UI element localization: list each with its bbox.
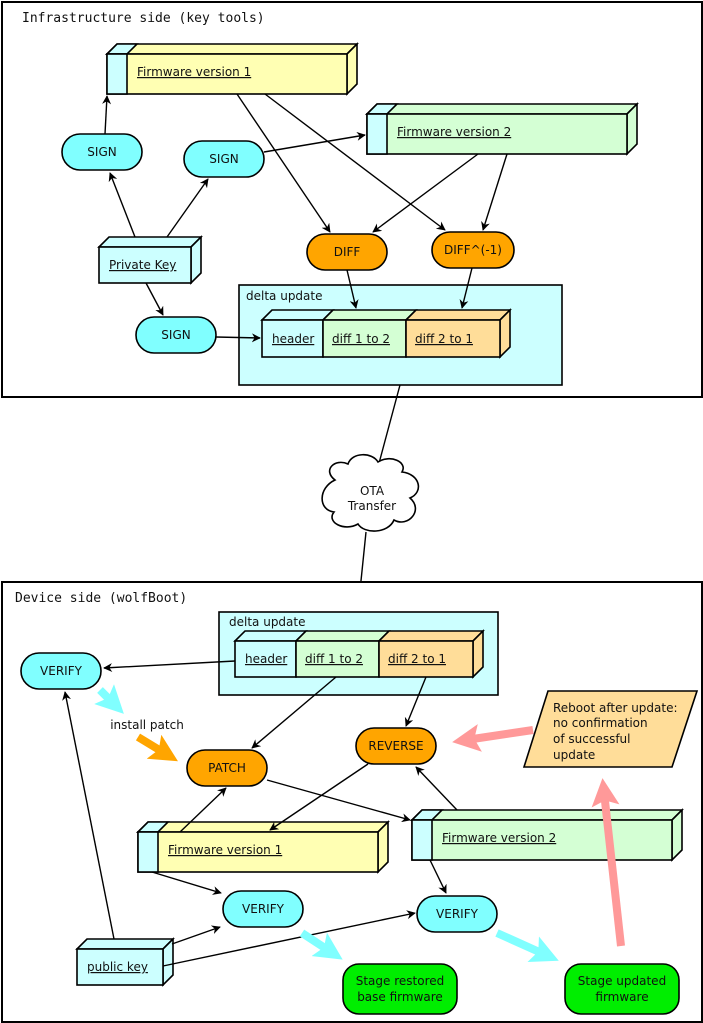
svg-text:Reboot after update:: Reboot after update:: [553, 701, 678, 715]
svg-text:VERIFY: VERIFY: [242, 902, 285, 916]
ota-transfer-cloud: OTA Transfer: [321, 453, 420, 532]
firmware-v1-box: Firmware version 1: [105, 42, 359, 96]
svg-text:DIFF^(-1): DIFF^(-1): [444, 243, 502, 257]
infra-delta-update: delta update header diff 1 to 2 diff 2 t…: [238, 284, 563, 386]
svg-text:diff 2 to 1: diff 2 to 1: [388, 652, 446, 666]
wolfboot-delta-update-diagram: Infrastructure side (key tools) Firmware…: [1, 1, 703, 1023]
patch-node: PATCH: [186, 749, 268, 787]
device-title: Device side (wolfBoot): [15, 591, 187, 606]
svg-text:SIGN: SIGN: [87, 145, 116, 159]
svg-text:diff 2 to 1: diff 2 to 1: [415, 332, 473, 346]
stage-restored-node: Stage restored base firmware: [342, 963, 458, 1015]
private-key-box: Private Key: [97, 235, 203, 285]
svg-text:Firmware version 2: Firmware version 2: [442, 831, 556, 845]
firmware-v2-label: Firmware version 2: [397, 125, 511, 139]
svg-text:OTA: OTA: [360, 484, 385, 498]
svg-text:update: update: [553, 748, 595, 762]
svg-text:Private Key: Private Key: [109, 258, 176, 272]
verify-node-1: VERIFY: [20, 652, 102, 690]
svg-text:no confirmation: no confirmation: [553, 716, 648, 730]
svg-text:diff 1 to 2: diff 1 to 2: [332, 332, 390, 346]
firmware-v2-box: Firmware version 2: [365, 102, 639, 156]
svg-text:public key: public key: [87, 960, 148, 974]
svg-text:VERIFY: VERIFY: [40, 664, 83, 678]
public-key-box: public key: [75, 937, 175, 987]
svg-text:SIGN: SIGN: [209, 152, 238, 166]
svg-text:header: header: [245, 652, 287, 666]
infrastructure-title: Infrastructure side (key tools): [22, 11, 265, 26]
verify-node-2: VERIFY: [222, 890, 304, 928]
svg-text:diff 1 to 2: diff 1 to 2: [305, 652, 363, 666]
diff-node: DIFF: [306, 233, 388, 271]
svg-text:header: header: [272, 332, 314, 346]
svg-text:Stage restored: Stage restored: [356, 974, 445, 988]
device-firmware-v2-box: Firmware version 2: [410, 808, 684, 862]
svg-text:PATCH: PATCH: [208, 761, 246, 775]
verify-node-3: VERIFY: [416, 895, 498, 933]
svg-text:Transfer: Transfer: [347, 499, 396, 513]
stage-updated-node: Stage updated firmware: [564, 963, 680, 1015]
sign-node-2: SIGN: [183, 140, 265, 178]
device-delta-update: delta update header diff 1 to 2 diff 2 t…: [218, 611, 499, 696]
reverse-node: REVERSE: [355, 727, 437, 765]
svg-text:base firmware: base firmware: [357, 990, 443, 1004]
diff-inverse-node: DIFF^(-1): [431, 231, 515, 269]
svg-text:of successful: of successful: [553, 732, 630, 746]
svg-text:SIGN: SIGN: [161, 328, 190, 342]
svg-text:VERIFY: VERIFY: [436, 907, 479, 921]
svg-text:Stage updated: Stage updated: [578, 974, 666, 988]
svg-text:firmware: firmware: [595, 990, 648, 1004]
firmware-v1-label: Firmware version 1: [137, 65, 251, 79]
device-firmware-v1-box: Firmware version 1: [136, 820, 390, 874]
svg-text:Firmware version 1: Firmware version 1: [168, 843, 282, 857]
sign-node-1: SIGN: [61, 133, 143, 171]
install-patch-label: install patch: [110, 718, 184, 732]
svg-text:delta update: delta update: [229, 615, 306, 629]
sign-node-3: SIGN: [135, 316, 217, 354]
svg-text:DIFF: DIFF: [334, 245, 361, 259]
svg-text:delta update: delta update: [246, 289, 323, 303]
svg-text:REVERSE: REVERSE: [368, 739, 423, 753]
reboot-note: Reboot after update: no confirmation of …: [522, 690, 699, 768]
